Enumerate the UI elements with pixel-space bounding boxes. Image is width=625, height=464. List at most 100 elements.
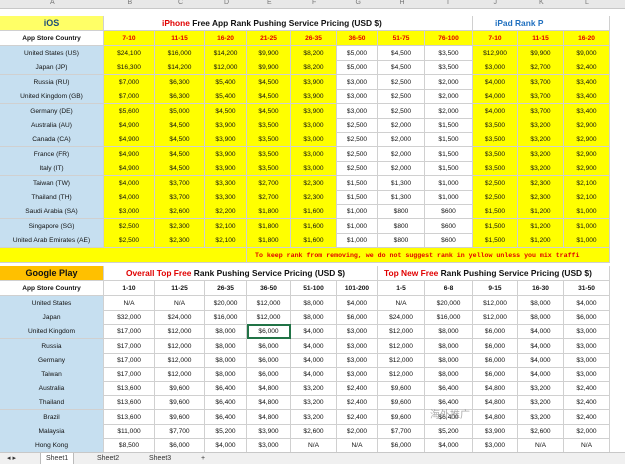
- price-cell[interactable]: $16,000: [425, 310, 473, 326]
- price-cell[interactable]: $9,900: [247, 46, 291, 61]
- add-sheet-icon[interactable]: +: [196, 453, 210, 464]
- price-cell[interactable]: $2,400: [337, 409, 378, 425]
- price-cell[interactable]: $2,900: [564, 118, 610, 133]
- price-cell[interactable]: $12,000: [473, 296, 518, 311]
- price-cell[interactable]: $13,600: [104, 395, 155, 411]
- country-cell[interactable]: Thailand: [0, 395, 104, 411]
- price-cell[interactable]: $8,000: [291, 296, 337, 311]
- ios-title[interactable]: iPhone Free App Rank Pushing Service Pri…: [104, 16, 473, 31]
- price-cell[interactable]: $4,500: [155, 146, 205, 162]
- price-cell[interactable]: $3,200: [518, 146, 564, 162]
- price-cell[interactable]: $32,000: [104, 310, 155, 326]
- price-cell[interactable]: $2,900: [564, 132, 610, 148]
- price-cell[interactable]: $24,000: [155, 310, 205, 326]
- price-cell[interactable]: $16,000: [155, 46, 205, 61]
- price-cell[interactable]: $6,000: [247, 367, 291, 382]
- rank-range-header[interactable]: 101-200: [337, 281, 378, 296]
- price-cell[interactable]: $1,300: [378, 175, 425, 191]
- sheet-tab[interactable]: Sheet1: [40, 453, 75, 464]
- price-cell[interactable]: $24,100: [104, 46, 155, 61]
- price-cell[interactable]: $4,500: [247, 103, 291, 119]
- price-cell[interactable]: $4,000: [291, 338, 337, 354]
- price-cell[interactable]: $7,000: [104, 89, 155, 105]
- column-letter[interactable]: G: [356, 0, 361, 6]
- rank-range-header[interactable]: 7-10: [104, 31, 155, 46]
- price-cell[interactable]: $3,000: [564, 367, 610, 382]
- price-cell[interactable]: $8,000: [518, 296, 564, 311]
- price-cell[interactable]: $6,400: [205, 409, 247, 425]
- rank-range-header[interactable]: 16-20: [564, 31, 610, 46]
- price-cell[interactable]: $3,200: [291, 381, 337, 397]
- column-letter[interactable]: J: [494, 0, 498, 6]
- price-cell[interactable]: $4,000: [337, 296, 378, 311]
- rank-range-header[interactable]: 26-35: [205, 281, 247, 296]
- price-cell[interactable]: $1,800: [247, 204, 291, 220]
- price-cell[interactable]: $5,400: [205, 89, 247, 105]
- country-cell[interactable]: France (FR): [0, 146, 104, 162]
- price-cell[interactable]: $2,700: [518, 60, 564, 76]
- price-cell[interactable]: $6,400: [205, 381, 247, 397]
- column-letter[interactable]: D: [224, 0, 229, 6]
- price-cell[interactable]: $3,000: [291, 118, 337, 133]
- price-cell[interactable]: $3,000: [337, 367, 378, 382]
- price-cell[interactable]: $3,900: [205, 146, 247, 162]
- country-cell[interactable]: Japan: [0, 310, 104, 326]
- price-cell[interactable]: $2,500: [104, 233, 155, 249]
- country-cell[interactable]: Germany: [0, 352, 104, 368]
- price-cell[interactable]: $24,000: [378, 310, 425, 326]
- price-cell[interactable]: $13,600: [104, 381, 155, 397]
- price-cell[interactable]: $4,000: [205, 438, 247, 453]
- rank-range-header[interactable]: 51-75: [378, 31, 425, 46]
- price-cell[interactable]: $3,000: [291, 161, 337, 177]
- price-cell[interactable]: $1,200: [518, 218, 564, 234]
- price-cell[interactable]: $3,500: [473, 161, 518, 177]
- yellow-note[interactable]: To keep rank from removing, we do not su…: [247, 247, 610, 263]
- price-cell[interactable]: $2,900: [564, 161, 610, 177]
- rank-range-header[interactable]: 51-100: [291, 281, 337, 296]
- price-cell[interactable]: $3,900: [205, 161, 247, 177]
- price-cell[interactable]: $3,900: [291, 89, 337, 105]
- price-cell[interactable]: $4,900: [104, 132, 155, 148]
- price-cell[interactable]: $4,000: [291, 367, 337, 382]
- price-cell[interactable]: $4,000: [473, 103, 518, 119]
- price-cell[interactable]: $4,000: [291, 352, 337, 368]
- price-cell[interactable]: $1,500: [337, 190, 378, 205]
- price-cell[interactable]: $3,700: [155, 190, 205, 205]
- price-cell[interactable]: $6,000: [473, 352, 518, 368]
- price-cell[interactable]: $12,000: [155, 352, 205, 368]
- price-cell[interactable]: $9,600: [155, 409, 205, 425]
- price-cell[interactable]: $9,600: [155, 395, 205, 411]
- column-letter[interactable]: B: [128, 0, 133, 6]
- country-cell[interactable]: Russia: [0, 338, 104, 354]
- sheet-tab[interactable]: Sheet2: [92, 453, 124, 464]
- rank-range-header[interactable]: 7-10: [473, 31, 518, 46]
- price-cell[interactable]: $3,400: [564, 89, 610, 105]
- price-cell[interactable]: $3,900: [291, 74, 337, 90]
- price-cell[interactable]: $1,800: [247, 233, 291, 249]
- price-cell[interactable]: $16,000: [205, 310, 247, 326]
- price-cell[interactable]: $1,000: [337, 218, 378, 234]
- rank-range-header[interactable]: 36-50: [337, 31, 378, 46]
- price-cell[interactable]: $2,500: [378, 89, 425, 105]
- new-title[interactable]: Top New Free Rank Pushing Service Pricin…: [378, 266, 610, 281]
- price-cell[interactable]: $12,000: [378, 324, 425, 340]
- country-cell[interactable]: Singapore (SG): [0, 218, 104, 234]
- price-cell[interactable]: $1,500: [425, 161, 473, 177]
- price-cell[interactable]: $14,200: [155, 60, 205, 76]
- price-cell[interactable]: $3,900: [205, 132, 247, 148]
- price-cell[interactable]: $3,500: [247, 118, 291, 133]
- price-cell[interactable]: $2,100: [564, 175, 610, 191]
- sheet-tab[interactable]: Sheet3: [144, 453, 176, 464]
- price-cell[interactable]: $3,000: [564, 352, 610, 368]
- country-cell[interactable]: United Arab Emirates (AE): [0, 233, 104, 249]
- price-cell[interactable]: $11,000: [104, 423, 155, 439]
- rank-range-header[interactable]: 6-8: [425, 281, 473, 296]
- rank-range-header[interactable]: 9-15: [473, 281, 518, 296]
- price-cell[interactable]: $2,400: [564, 395, 610, 411]
- price-cell[interactable]: $9,600: [155, 381, 205, 397]
- price-cell[interactable]: $12,000: [205, 60, 247, 76]
- price-cell[interactable]: $3,000: [473, 60, 518, 76]
- country-cell[interactable]: United Kingdom (GB): [0, 89, 104, 105]
- price-cell[interactable]: $2,100: [205, 218, 247, 234]
- rank-range-header[interactable]: 26-35: [291, 31, 337, 46]
